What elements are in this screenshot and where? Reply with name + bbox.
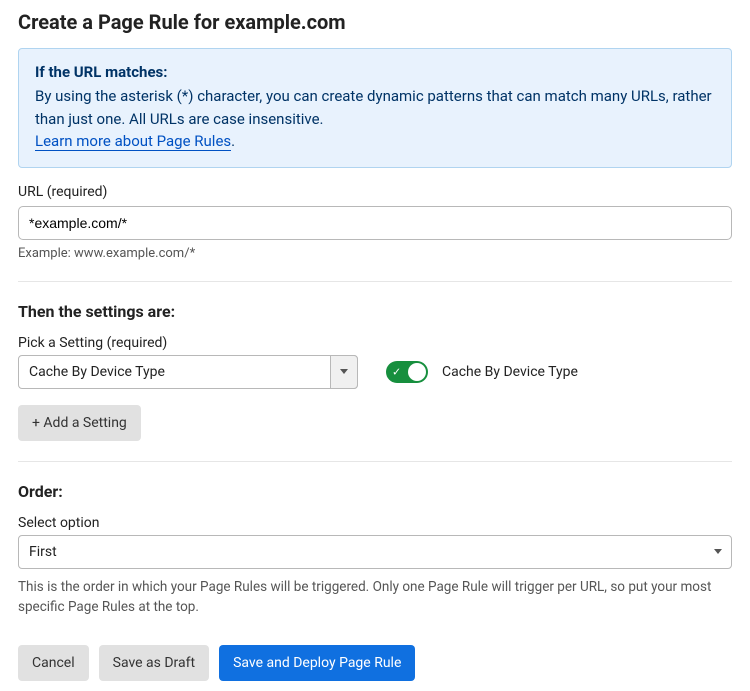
settings-heading: Then the settings are: (18, 302, 732, 321)
order-select-label: Select option (18, 515, 732, 531)
save-draft-button[interactable]: Save as Draft (99, 645, 209, 681)
setting-select[interactable]: Cache By Device Type (18, 355, 358, 389)
divider (18, 461, 732, 462)
divider (18, 281, 732, 282)
info-box-body: By using the asterisk (*) character, you… (35, 87, 712, 128)
order-heading: Order: (18, 482, 732, 501)
cache-device-type-toggle[interactable]: ✓ (386, 361, 428, 383)
info-box-heading: If the URL matches: (35, 63, 715, 81)
url-input[interactable] (18, 206, 732, 240)
learn-more-link[interactable]: Learn more about Page Rules (35, 132, 231, 151)
cancel-button[interactable]: Cancel (18, 645, 89, 681)
check-icon: ✓ (392, 366, 401, 377)
info-box-period: . (231, 132, 235, 150)
action-row: Cancel Save as Draft Save and Deploy Pag… (18, 645, 732, 681)
info-box: If the URL matches: By using the asteris… (18, 48, 732, 168)
order-description: This is the order in which your Page Rul… (18, 577, 732, 618)
order-select[interactable]: First (18, 535, 732, 569)
add-setting-button[interactable]: + Add a Setting (18, 405, 141, 441)
url-helper: Example: www.example.com/* (18, 246, 732, 261)
page-title: Create a Page Rule for example.com (18, 10, 732, 34)
toggle-label: Cache By Device Type (442, 364, 578, 380)
toggle-knob (408, 363, 426, 381)
pick-setting-label: Pick a Setting (required) (18, 335, 732, 351)
url-label: URL (required) (18, 184, 732, 200)
save-deploy-button[interactable]: Save and Deploy Page Rule (219, 645, 415, 681)
